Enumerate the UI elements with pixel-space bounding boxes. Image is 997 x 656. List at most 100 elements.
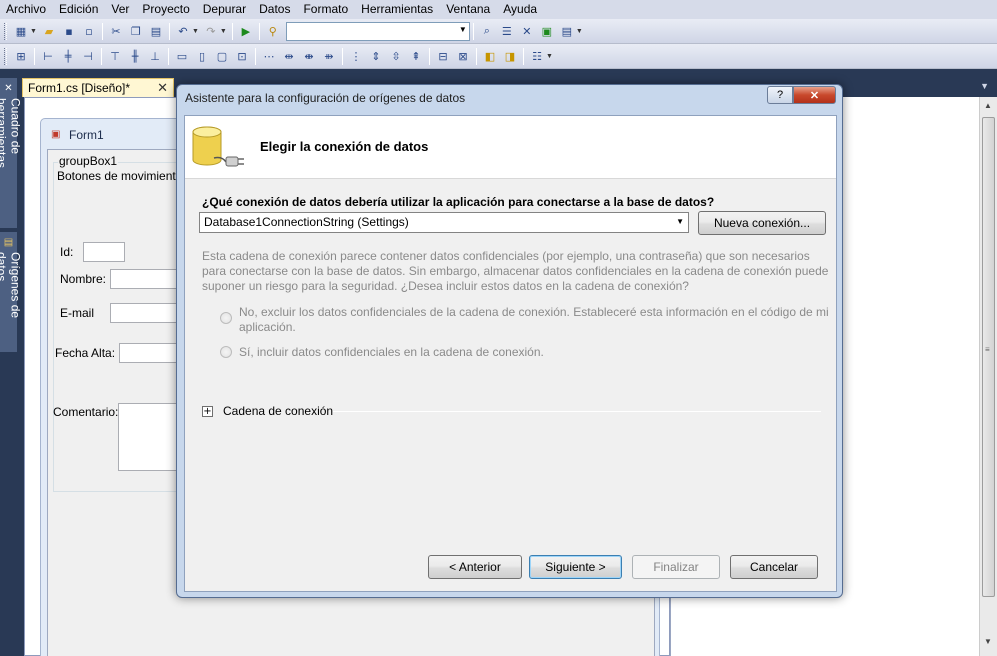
align-to-grid-icon[interactable]: ⊞ [13, 48, 29, 64]
size-to-grid-icon[interactable]: ⊡ [234, 48, 250, 64]
close-icon[interactable]: ✕ [157, 80, 168, 96]
vertical-spacing-remove-icon[interactable]: ⇞ [408, 48, 424, 64]
make-same-height-icon[interactable]: ▯ [194, 48, 210, 64]
tab-form1-design[interactable]: Form1.cs [Diseño]* ✕ [22, 78, 174, 97]
toolbox-tab-label: Cuadro de herramientas [0, 97, 23, 168]
horizontal-spacing-decrease-icon[interactable]: ⇼ [301, 48, 317, 64]
solution-explorer-icon[interactable]: ⌕ [479, 23, 495, 39]
form1-titlebar: ▣ Form1 [51, 128, 104, 142]
data-sources-icon[interactable]: ▤ [559, 23, 575, 39]
dialog-header: Elegir la conexión de datos [185, 116, 836, 179]
solution-config-combo[interactable]: ▼ [285, 21, 470, 41]
align-centers-icon[interactable]: ╪ [60, 48, 76, 64]
toolbar-separator [342, 47, 343, 65]
make-same-size-icon[interactable]: ▢ [214, 48, 230, 64]
divider [333, 411, 821, 412]
label-id: Id: [60, 245, 74, 259]
back-button[interactable]: < Anterior [428, 555, 522, 579]
align-rights-icon[interactable]: ⊣ [80, 48, 96, 64]
label-email: E-mail [60, 306, 95, 320]
data-sources-tab[interactable]: ▤ Orígenes de datos [0, 232, 23, 352]
properties-icon[interactable]: ☰ [499, 23, 515, 39]
cancel-button[interactable]: Cancelar [730, 555, 818, 579]
horizontal-spacing-increase-icon[interactable]: ⇹ [281, 48, 297, 64]
help-button[interactable]: ? [767, 86, 793, 104]
data-source-wizard-dialog: Asistente para la configuración de oríge… [176, 84, 843, 598]
vertical-spacing-decrease-icon[interactable]: ⇳ [388, 48, 404, 64]
open-folder-icon[interactable]: ▰ [41, 23, 57, 39]
menu-proyecto[interactable]: Proyecto [136, 0, 196, 19]
save-all-icon[interactable]: ▫ [81, 23, 97, 39]
tab-list-dropdown-icon[interactable]: ▼ [980, 81, 989, 91]
tools-icon[interactable]: ✕ [519, 23, 535, 39]
horizontal-spacing-remove-icon[interactable]: ⇻ [321, 48, 337, 64]
id-field[interactable] [83, 242, 125, 262]
save-icon[interactable]: ▪ [61, 23, 77, 39]
start-debug-icon[interactable]: ▶ [238, 23, 254, 39]
menu-formato[interactable]: Formato [297, 0, 355, 19]
object-browser-icon[interactable]: ▣ [539, 23, 555, 39]
toolbar-options-icon[interactable]: ▼ [576, 28, 583, 35]
toolbar-separator [255, 47, 256, 65]
menu-ayuda[interactable]: Ayuda [497, 0, 544, 19]
vertical-spacing-increase-icon[interactable]: ⇕ [368, 48, 384, 64]
bring-to-front-icon[interactable]: ◧ [482, 48, 498, 64]
make-same-width-icon[interactable]: ▭ [174, 48, 190, 64]
expand-icon[interactable]: + [202, 406, 213, 417]
label-nombre: Nombre: [60, 272, 107, 286]
undo-icon[interactable]: ↶ [175, 23, 191, 39]
data-sources-tab-label: Orígenes de datos [0, 251, 23, 318]
copy-icon[interactable]: ❐ [128, 23, 144, 39]
scroll-grip-icon: ≡ [985, 345, 990, 354]
radio-include-sensitive[interactable] [220, 346, 232, 358]
finish-button[interactable]: Finalizar [632, 555, 720, 579]
tab-order-icon[interactable]: ☷ [529, 48, 545, 64]
vertical-scrollbar[interactable]: ▲ ≡ ▼ [979, 97, 997, 656]
connection-select[interactable]: Database1ConnectionString (Settings) ▼ [199, 212, 689, 233]
paste-icon[interactable]: ▤ [148, 23, 164, 39]
center-horizontally-icon[interactable]: ⊟ [435, 48, 451, 64]
redo-icon[interactable]: ↷ [203, 23, 219, 39]
toolbar-grip[interactable] [4, 47, 7, 65]
menu-bar: Archivo Edición Ver Proyecto Depurar Dat… [0, 0, 997, 19]
menu-depurar[interactable]: Depurar [197, 0, 253, 19]
dialog-body: Elegir la conexión de datos ¿Qué conexió… [184, 115, 837, 592]
cut-icon[interactable]: ✂ [108, 23, 124, 39]
chevron-down-icon: ▼ [458, 24, 467, 34]
next-button[interactable]: Siguiente > [529, 555, 622, 579]
align-tops-icon[interactable]: ⊤ [107, 48, 123, 64]
radio-exclude-sensitive[interactable] [220, 312, 232, 324]
tab-label: Form1.cs [Diseño]* [28, 81, 131, 95]
toolbar-separator [34, 47, 35, 65]
toolbar-separator [429, 47, 430, 65]
align-bottoms-icon[interactable]: ⊥ [147, 48, 163, 64]
scrollbar-thumb[interactable] [982, 117, 995, 597]
toolbar-grip[interactable] [4, 22, 7, 40]
menu-edicion[interactable]: Edición [53, 0, 105, 19]
toolbar-options-icon[interactable]: ▼ [546, 53, 553, 60]
scroll-down-icon[interactable]: ▼ [984, 637, 992, 646]
find-in-files-icon[interactable]: ⚲ [265, 23, 281, 39]
dropdown-arrow-icon[interactable]: ▼ [30, 28, 37, 35]
new-connection-button[interactable]: Nueva conexión... [698, 211, 826, 235]
dropdown-arrow-icon[interactable]: ▼ [220, 28, 227, 35]
radio-exclude-label-line1: No, excluir los datos confidenciales de … [239, 305, 829, 319]
toolbar-separator [258, 22, 260, 40]
toolbox-tab[interactable]: ✕ Cuadro de herramientas [0, 78, 23, 228]
new-project-icon[interactable]: ▦ [13, 23, 29, 39]
vertical-spacing-equal-icon[interactable]: ⋮ [348, 48, 364, 64]
horizontal-spacing-equal-icon[interactable]: ⋯ [261, 48, 277, 64]
menu-archivo[interactable]: Archivo [0, 0, 53, 19]
menu-datos[interactable]: Datos [253, 0, 297, 19]
send-to-back-icon[interactable]: ◨ [502, 48, 518, 64]
close-button[interactable]: ✕ [793, 86, 836, 104]
dropdown-arrow-icon[interactable]: ▼ [192, 28, 199, 35]
dialog-header-title: Elegir la conexión de datos [260, 139, 429, 154]
align-middles-icon[interactable]: ╫ [127, 48, 143, 64]
scroll-up-icon[interactable]: ▲ [984, 101, 992, 110]
menu-ventana[interactable]: Ventana [440, 0, 497, 19]
menu-herramientas[interactable]: Herramientas [355, 0, 440, 19]
menu-ver[interactable]: Ver [105, 0, 136, 19]
align-lefts-icon[interactable]: ⊢ [40, 48, 56, 64]
center-vertically-icon[interactable]: ⊠ [455, 48, 471, 64]
